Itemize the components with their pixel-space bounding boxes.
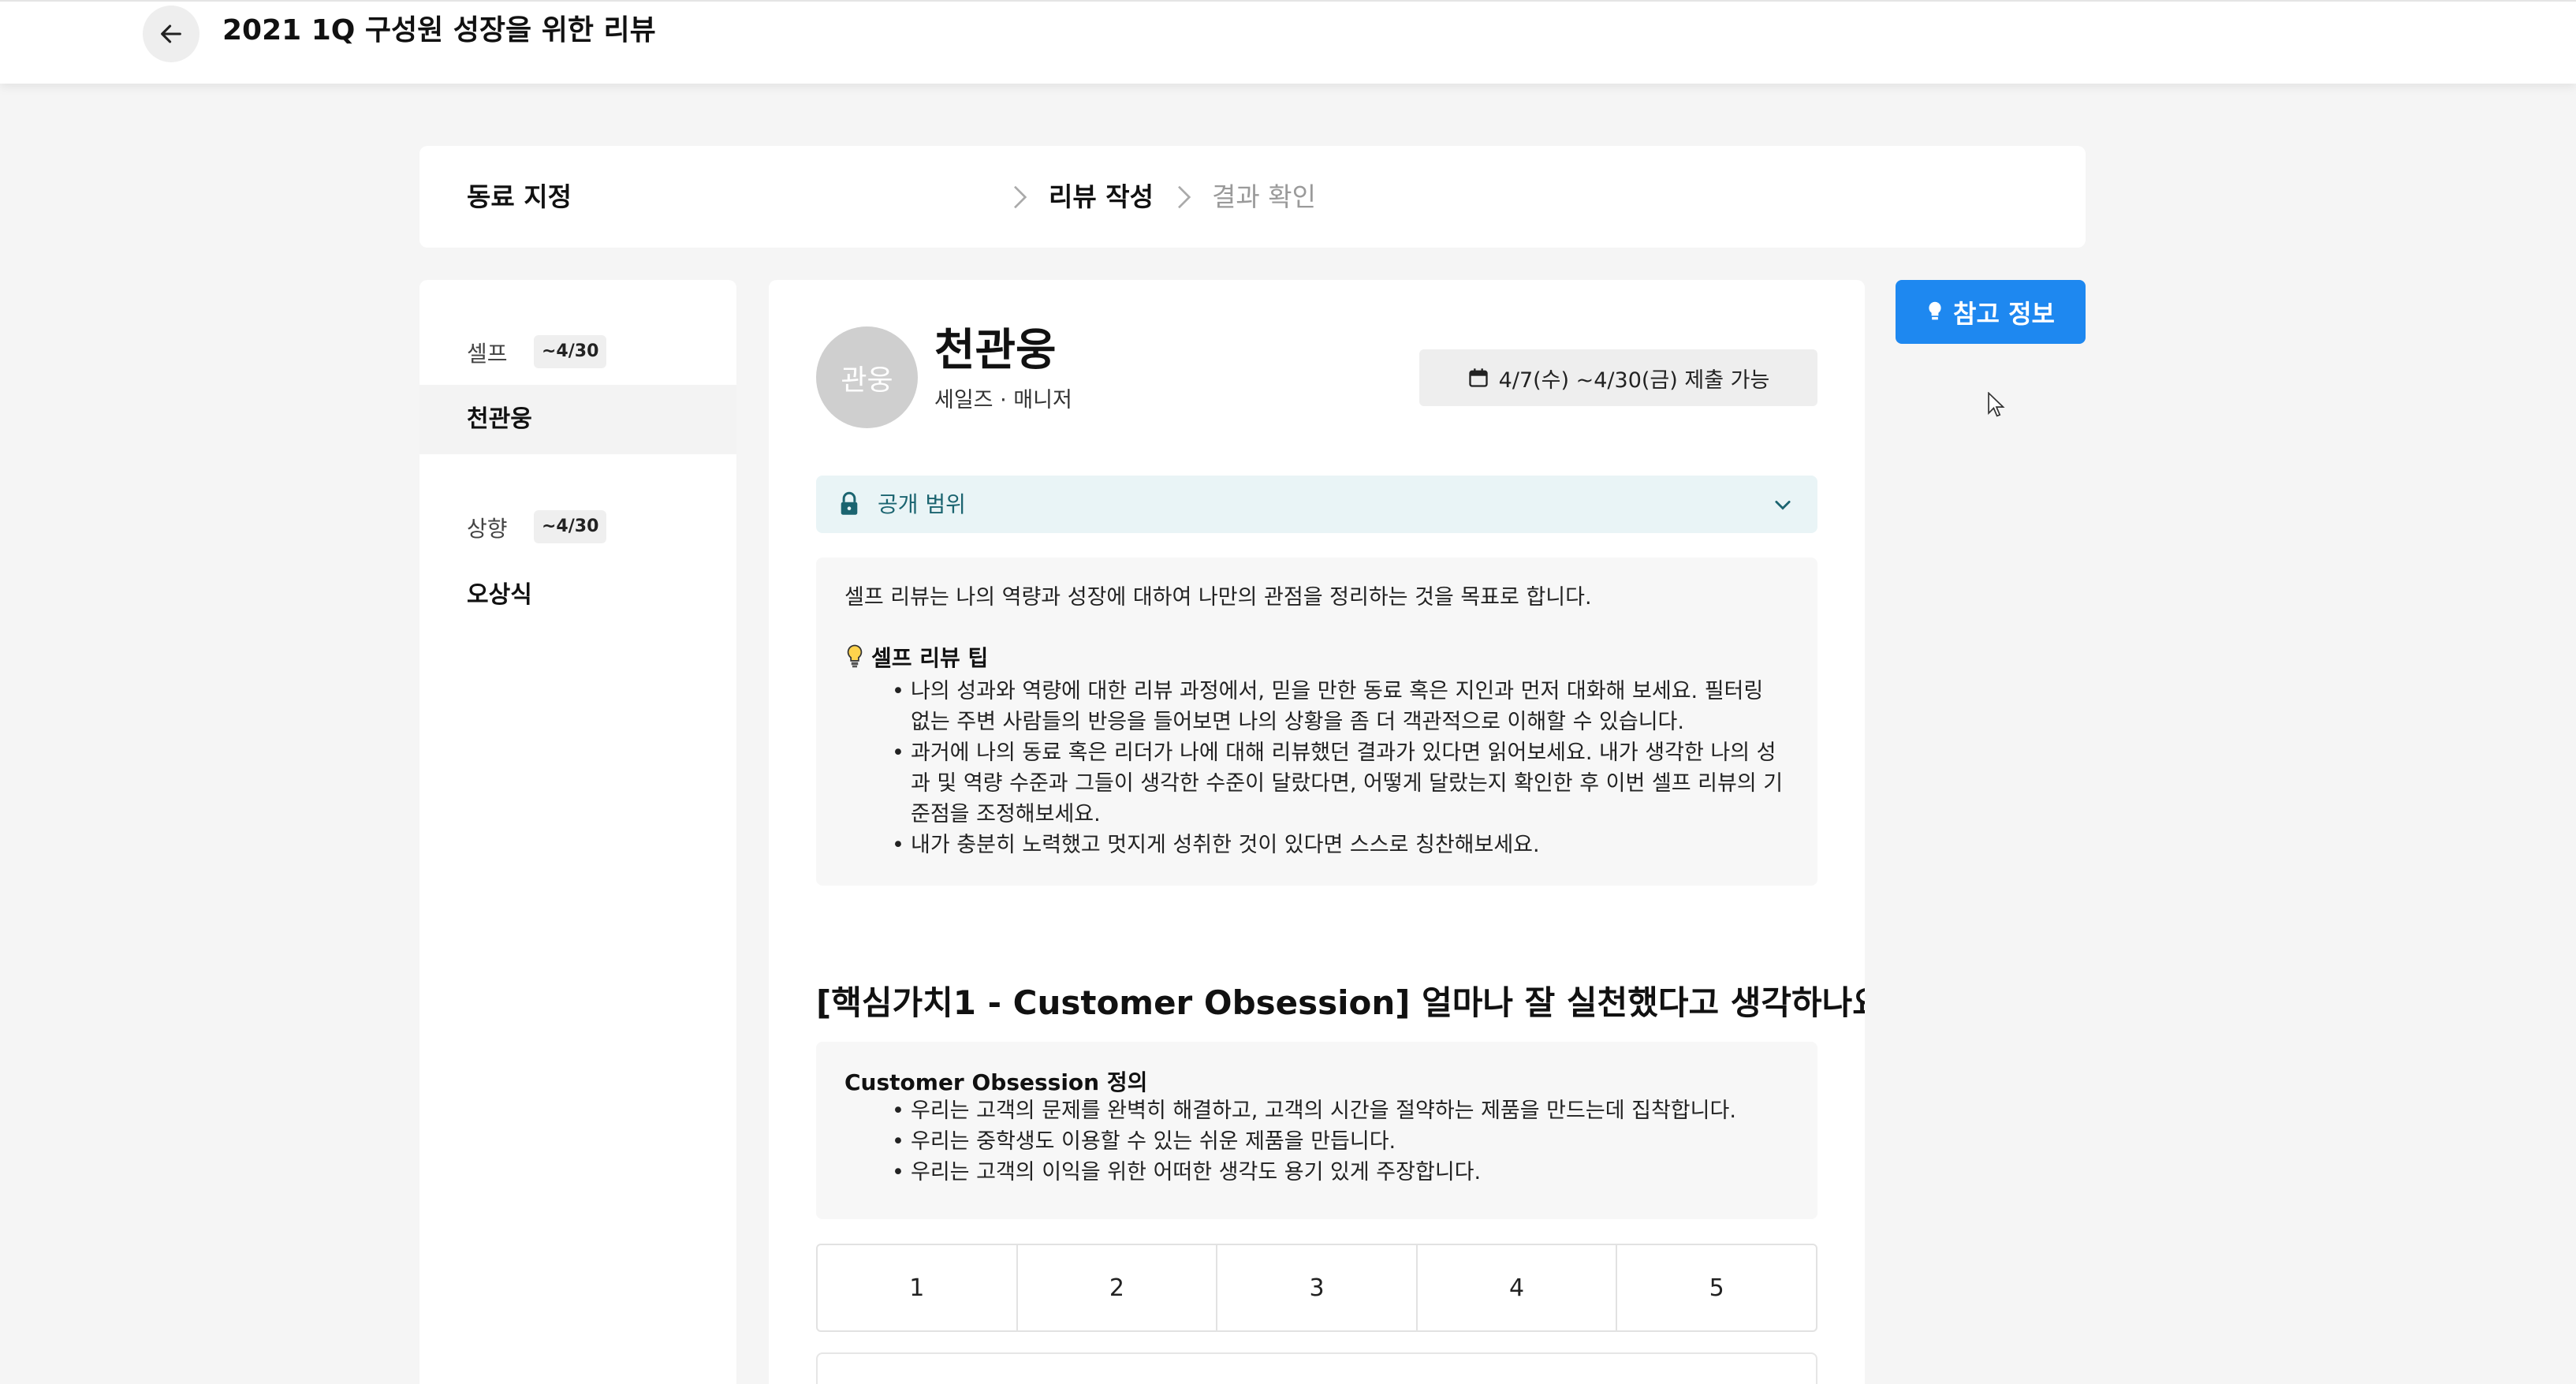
page-title: 2021 1Q 구성원 성장을 위한 리뷰	[222, 14, 656, 47]
review-target-sidebar: 셀프 ~4/30 천관웅 상향 ~4/30 오상식	[419, 280, 736, 1384]
top-bar: 2021 1Q 구성원 성장을 위한 리뷰	[0, 0, 2576, 84]
tip-list: 나의 성과와 역량에 대한 리뷰 과정에서, 믿을 만한 동료 혹은 지인과 먼…	[892, 676, 1786, 860]
reviewee-name: 천관웅	[934, 325, 1057, 376]
list-item: 우리는 고객의 이익을 위한 어떠한 생각도 용기 있게 주장합니다.	[892, 1157, 1786, 1188]
reviewee-role: 세일즈 · 매니저	[934, 388, 1072, 412]
list-item: 내가 충분히 노력했고 멋지게 성취한 것이 있다면 스스로 칭찬해보세요.	[892, 830, 1786, 860]
back-button[interactable]	[143, 6, 199, 62]
guide-intro-text: 셀프 리뷰는 나의 역량과 성장에 대하여 나만의 관점을 정리하는 것을 목표…	[844, 585, 1592, 610]
step-select-peers[interactable]: 동료 지정	[467, 146, 572, 248]
arrow-left-icon	[161, 24, 181, 43]
question-title: [핵심가치1 - Customer Obsession] 얼마나 잘 실천했다고…	[816, 979, 1865, 1027]
lightbulb-icon	[847, 644, 863, 668]
step-check-results: 결과 확인	[1212, 181, 1316, 212]
lock-icon	[841, 491, 858, 515]
sidebar-item-upward-reviewee[interactable]: 오상식	[419, 561, 736, 630]
list-item: 나의 성과와 역량에 대한 리뷰 과정에서, 믿을 만한 동료 혹은 지인과 먼…	[892, 676, 1786, 737]
rating-option-2[interactable]: 2	[1018, 1245, 1218, 1330]
rating-option-3[interactable]: 3	[1217, 1245, 1418, 1330]
list-item: 과거에 나의 동료 혹은 리더가 나에 대해 리뷰했던 결과가 있다면 읽어보세…	[892, 737, 1786, 830]
chevron-down-icon	[1775, 500, 1791, 510]
tip-title: 셀프 리뷰 팁	[871, 645, 989, 671]
list-item: 우리는 중학생도 이용할 수 있는 쉬운 제품을 만듭니다.	[892, 1126, 1786, 1157]
avatar: 관웅	[816, 326, 918, 428]
definition-title: Customer Obsession 정의	[844, 1069, 1148, 1095]
self-review-guide: 셀프 리뷰는 나의 역량과 성장에 대하여 나만의 관점을 정리하는 것을 목표…	[816, 558, 1817, 886]
visibility-scope-toggle[interactable]: 공개 범위	[816, 476, 1817, 533]
mouse-cursor-icon	[1988, 392, 2005, 417]
section-title-self: 셀프	[467, 341, 508, 367]
chevron-right-icon	[1014, 185, 1027, 209]
tip-heading: 셀프 리뷰 팁	[844, 641, 988, 673]
question-title-text: [핵심가치1 - Customer Obsession] 얼마나 잘 실천했다고…	[816, 983, 1865, 1022]
rating-option-5[interactable]: 5	[1617, 1245, 1816, 1330]
reference-info-button[interactable]: 참고 정보	[1896, 280, 2086, 344]
deadline-badge: ~4/30	[534, 335, 607, 368]
progress-stepper: 동료 지정 리뷰 작성 결과 확인	[419, 146, 2086, 248]
submission-period-text: 4/7(수) ~4/30(금) 제출 가능	[1498, 367, 1770, 393]
value-definition: Customer Obsession 정의 우리는 고객의 문제를 완벽히 해결…	[816, 1042, 1817, 1219]
answer-textarea[interactable]	[816, 1352, 1817, 1384]
submission-period: 4/7(수) ~4/30(금) 제출 가능	[1419, 349, 1817, 406]
chevron-right-icon	[1178, 185, 1191, 209]
sidebar-item-self-reviewee[interactable]: 천관웅	[419, 385, 736, 454]
list-item: 우리는 고객의 문제를 완벽히 해결하고, 고객의 시간을 절약하는 제품을 만…	[892, 1095, 1786, 1126]
rating-option-4[interactable]: 4	[1418, 1245, 1618, 1330]
step-write-review[interactable]: 리뷰 작성	[1049, 146, 1154, 248]
deadline-badge: ~4/30	[534, 510, 607, 543]
calendar-icon	[1469, 368, 1488, 387]
visibility-scope-label: 공개 범위	[878, 491, 966, 517]
section-title-upward: 상향	[467, 516, 508, 542]
rating-scale: 1 2 3 4 5	[816, 1244, 1817, 1332]
review-form-panel: 관웅 천관웅 세일즈 · 매니저 4/7(수) ~4/30(금) 제출 가능 공…	[769, 280, 1865, 1384]
lightbulb-icon	[1929, 301, 1941, 319]
rating-option-1[interactable]: 1	[818, 1245, 1018, 1330]
definition-list: 우리는 고객의 문제를 완벽히 해결하고, 고객의 시간을 절약하는 제품을 만…	[892, 1095, 1786, 1188]
reference-info-label: 참고 정보	[1953, 298, 2055, 329]
